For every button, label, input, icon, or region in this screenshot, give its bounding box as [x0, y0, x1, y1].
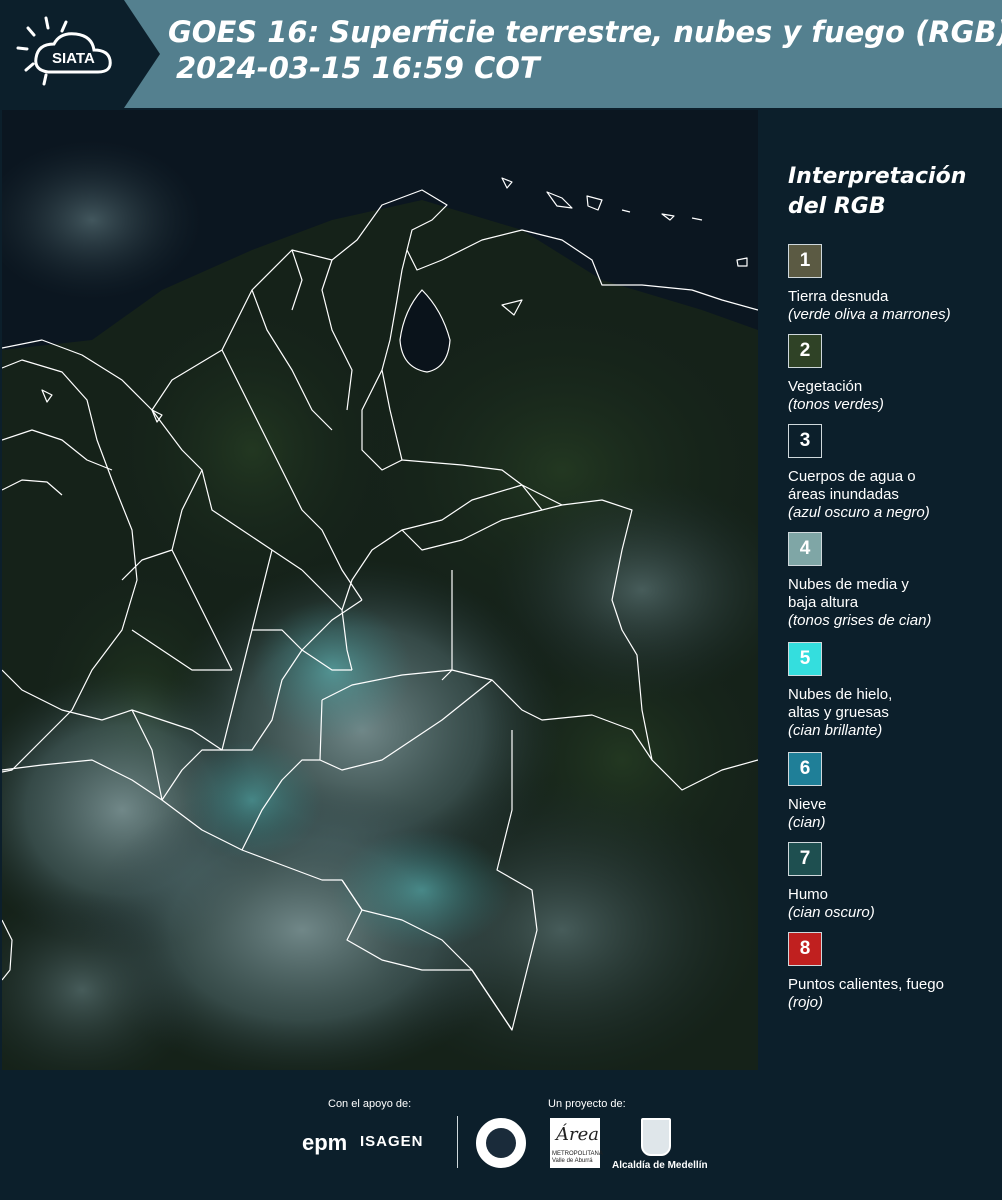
rgb-legend: Interpretación del RGB 1 Tierra desnuda …	[760, 110, 1002, 1070]
legend-item-5: 5 Nubes de hielo, altas y gruesas (cian …	[788, 642, 998, 740]
legend-label-line: áreas inundadas	[788, 486, 899, 503]
legend-item-7: 7 Humo (cian oscuro)	[788, 842, 998, 922]
title-line-1: GOES 16: Superficie terrestre, nubes y f…	[168, 15, 1002, 49]
legend-label: Tierra desnuda	[788, 288, 889, 305]
siata-logo: SIATA	[0, 0, 160, 108]
legend-label: Nubes de hielo, altas y gruesas	[788, 686, 998, 722]
header-banner: SIATA GOES 16: Superficie terrestre, nub…	[0, 0, 1002, 108]
legend-sublabel: (rojo)	[788, 994, 824, 1011]
legend-item-8: 8 Puntos calientes, fuego (rojo)	[788, 932, 998, 1012]
legend-sublabel: (azul oscuro a negro)	[788, 504, 930, 521]
legend-swatch: 4	[788, 532, 822, 566]
page-title: GOES 16: Superficie terrestre, nubes y f…	[168, 14, 1002, 86]
legend-sublabel: (tonos grises de cian)	[788, 612, 932, 629]
legend-label: Nubes de media y baja altura	[788, 576, 998, 612]
legend-label-line: altas y gruesas	[788, 704, 889, 721]
legend-swatch: 6	[788, 752, 822, 786]
legend-label-line: Cuerpos de agua o	[788, 468, 916, 485]
isagen-logo: ISAGEN	[360, 1133, 424, 1150]
legend-swatch: 1	[788, 244, 822, 278]
medellin-crest-icon	[641, 1118, 671, 1156]
legend-sublabel: (cian brillante)	[788, 722, 883, 739]
legend-swatch: 3	[788, 424, 822, 458]
area-sub-line: Valle de Aburrá	[552, 1158, 593, 1164]
legend-label-line: baja altura	[788, 594, 859, 611]
area-logo-subtext: METROPOLITANA Valle de Aburrá	[552, 1151, 603, 1165]
project-label: Un proyecto de:	[548, 1098, 626, 1110]
satellite-map	[2, 110, 758, 1070]
legend-sublabel: (cian)	[788, 814, 826, 831]
legend-sublabel: (cian oscuro)	[788, 904, 875, 921]
legend-swatch: 7	[788, 842, 822, 876]
legend-swatch: 8	[788, 932, 822, 966]
legend-label-line: Nubes de hielo,	[788, 686, 893, 703]
legend-swatch: 2	[788, 334, 822, 368]
legend-label: Puntos calientes, fuego	[788, 976, 944, 993]
area-logo-text: Área	[556, 1124, 599, 1145]
legend-item-4: 4 Nubes de media y baja altura (tonos gr…	[788, 532, 998, 630]
logo-text: SIATA	[52, 50, 95, 67]
legend-title-line-1: Interpretación	[788, 164, 967, 189]
legend-swatch: 5	[788, 642, 822, 676]
legend-item-2: 2 Vegetación (tonos verdes)	[788, 334, 998, 414]
legend-label: Nieve	[788, 796, 827, 813]
legend-label: Vegetación	[788, 378, 863, 395]
area-metropolitana-logo: Área METROPOLITANA Valle de Aburrá	[550, 1118, 603, 1168]
legend-sublabel: (tonos verdes)	[788, 396, 884, 413]
legend-title-line-2: del RGB	[788, 194, 886, 219]
antioquia-seal-icon	[476, 1118, 526, 1168]
legend-label-line: Nubes de media y	[788, 576, 909, 593]
legend-item-1: 1 Tierra desnuda (verde oliva a marrones…	[788, 244, 998, 324]
area-sub-line: METROPOLITANA	[552, 1151, 603, 1157]
legend-sublabel: (verde oliva a marrones)	[788, 306, 951, 323]
legend-title: Interpretación del RGB	[788, 162, 966, 222]
footer-sponsors: Con el apoyo de: Un proyecto de: epm ISA…	[0, 1070, 1002, 1200]
legend-item-6: 6 Nieve (cian)	[788, 752, 998, 832]
legend-item-3: 3 Cuerpos de agua o áreas inundadas (azu…	[788, 424, 998, 522]
title-line-2: 2024-03-15 16:59 COT	[176, 51, 540, 85]
footer-divider	[457, 1116, 458, 1168]
epm-logo: epm	[302, 1130, 348, 1155]
legend-label: Humo	[788, 886, 829, 903]
medellin-label: Alcaldía de Medellín	[612, 1160, 708, 1171]
legend-label: Cuerpos de agua o áreas inundadas	[788, 468, 998, 504]
support-label: Con el apoyo de:	[328, 1098, 412, 1110]
